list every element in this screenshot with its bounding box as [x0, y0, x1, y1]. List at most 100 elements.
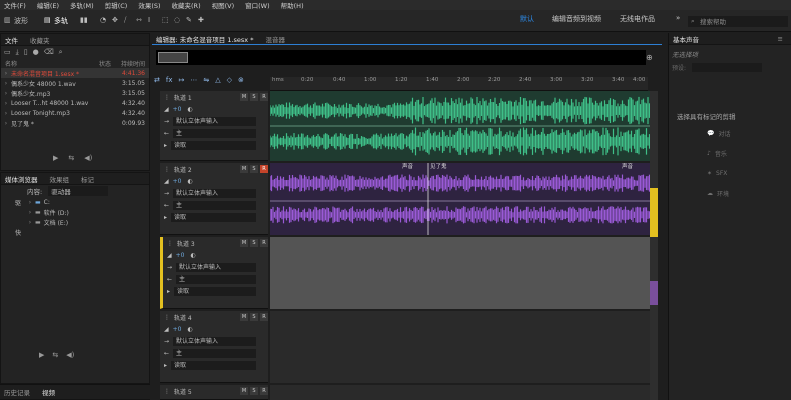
track-name[interactable]: 轨道 3: [177, 239, 238, 248]
volume-value[interactable]: +0: [176, 252, 185, 259]
solo-button[interactable]: S: [250, 239, 258, 247]
multitrack-button[interactable]: 多轨: [54, 16, 68, 26]
spectral-icon[interactable]: ▮▮: [80, 16, 88, 24]
drive-row[interactable]: › ▬ 软件 (D:): [1, 207, 149, 217]
workspace-radio[interactable]: 无线电作品: [620, 14, 655, 24]
waveform-button[interactable]: 波形: [14, 16, 28, 26]
io-icon[interactable]: ⇋: [203, 76, 209, 84]
solo-button[interactable]: S: [250, 165, 258, 173]
track-name[interactable]: 轨道 2: [174, 165, 238, 174]
automation-select[interactable]: 读取: [174, 286, 256, 296]
auto-icon[interactable]: ◇: [227, 76, 232, 84]
col-status[interactable]: 状态: [63, 59, 111, 68]
output-select[interactable]: 主: [173, 348, 256, 358]
track-lane-1[interactable]: [269, 91, 651, 161]
option-dialogue[interactable]: 💬 对话: [707, 125, 787, 141]
mute-button[interactable]: M: [240, 387, 248, 395]
slip-tool-icon[interactable]: ⇿: [136, 16, 142, 24]
track-header-3[interactable]: ⋮ 轨道 3MSR ◢ +0 ◐ → 默认立体声输入 ← 主 ▸ 读取: [160, 237, 268, 309]
drive-row[interactable]: 驱 › ▬ C:: [1, 197, 149, 207]
chevron-right-icon[interactable]: ›: [1, 90, 11, 97]
menu-multitrack[interactable]: 多轨(M): [70, 0, 94, 10]
chevron-right-icon[interactable]: ›: [1, 80, 11, 87]
expand-icon[interactable]: ▸: [164, 362, 167, 369]
input-select[interactable]: 默认立体声输入: [173, 116, 256, 126]
menu-edit[interactable]: 编辑(E): [37, 0, 59, 10]
content-select[interactable]: 驱动器: [48, 186, 109, 196]
pan-icon[interactable]: ◐: [187, 178, 192, 185]
expand-icon[interactable]: ▸: [164, 214, 167, 221]
menu-view[interactable]: 视图(V): [212, 0, 235, 10]
menu-clip[interactable]: 剪辑(C): [105, 0, 128, 10]
track-1-waveform[interactable]: [269, 91, 651, 161]
mute-button[interactable]: M: [240, 313, 248, 321]
zoom-tool-icon[interactable]: ⊕: [646, 53, 653, 62]
move-tool-icon[interactable]: ✥: [112, 16, 118, 24]
panel-title[interactable]: 基本声音: [673, 34, 699, 44]
tab-editor[interactable]: 编辑器: 未命名混音项目 1.sesx *: [156, 34, 253, 44]
menu-effects[interactable]: 效果(S): [138, 0, 160, 10]
menu-window[interactable]: 窗口(W): [245, 0, 270, 10]
list-item[interactable]: › 偶系少女.mp3 3:15.05: [1, 88, 149, 98]
col-name[interactable]: 名称: [5, 59, 63, 68]
option-sfx[interactable]: ✶ SFX: [707, 165, 787, 181]
menu-file[interactable]: 文件(F): [4, 0, 26, 10]
waveform-view-icon[interactable]: ▥: [4, 16, 11, 24]
eq-icon[interactable]: ⋯: [190, 76, 197, 84]
record-arm-button[interactable]: R: [260, 93, 268, 101]
pitch-icon[interactable]: ◔: [100, 16, 106, 24]
expand-icon[interactable]: ▸: [164, 142, 167, 149]
search-help-input[interactable]: ⌕ 搜索帮助: [688, 16, 788, 27]
filter-search-icon[interactable]: ⌕: [59, 48, 63, 57]
brush-icon[interactable]: ✎: [186, 16, 192, 24]
play-icon[interactable]: ▶: [39, 351, 44, 359]
record-icon[interactable]: ●: [33, 48, 39, 56]
multitrack-icon[interactable]: ▤: [44, 16, 51, 24]
menu-favorites[interactable]: 收藏夹(R): [172, 0, 201, 10]
output-select[interactable]: 主: [173, 200, 256, 210]
track-lane-5[interactable]: [270, 385, 650, 400]
chevron-right-icon[interactable]: ›: [1, 100, 11, 107]
tab-files[interactable]: 文件: [5, 35, 18, 45]
marquee-icon[interactable]: ⬚: [162, 16, 169, 24]
track-name[interactable]: 轨道 5: [174, 387, 238, 396]
razor-tool-icon[interactable]: ⧸: [124, 16, 126, 25]
track-lane-3[interactable]: [270, 237, 650, 309]
chevron-right-icon[interactable]: ›: [1, 120, 11, 127]
chevron-right-icon[interactable]: ›: [25, 209, 35, 216]
chevron-right-icon[interactable]: ›: [25, 219, 35, 226]
pan-icon[interactable]: ◐: [187, 106, 192, 113]
workspace-default[interactable]: 默认: [520, 14, 534, 24]
track-header-1[interactable]: ⋮ 轨道 1MSR ◢ +0 ◐ → 默认立体声输入 ← 主 ▸ 读取: [160, 91, 268, 161]
volume-icon[interactable]: ◀): [66, 351, 74, 359]
play-icon[interactable]: ▶: [53, 154, 58, 162]
input-select[interactable]: 默认立体声输入: [173, 188, 256, 198]
tab-mixer[interactable]: 混音器: [265, 34, 285, 44]
pan-icon[interactable]: ◐: [187, 326, 192, 333]
input-select[interactable]: 默认立体声输入: [173, 336, 256, 346]
mute-button[interactable]: M: [240, 239, 248, 247]
option-music[interactable]: ♪ 音乐: [707, 145, 787, 161]
tab-effects-rack[interactable]: 效果组: [50, 174, 70, 184]
meter-icon[interactable]: △: [215, 76, 220, 84]
output-select[interactable]: 主: [176, 274, 256, 284]
fx-icon[interactable]: fx: [166, 76, 173, 84]
expand-icon[interactable]: ▸: [167, 288, 170, 295]
track-lane-2[interactable]: 声音 见了鬼 声音: [269, 163, 651, 235]
mute-button[interactable]: M: [240, 165, 248, 173]
solo-button[interactable]: S: [250, 93, 258, 101]
output-select[interactable]: 主: [173, 128, 256, 138]
automation-select[interactable]: 读取: [171, 140, 256, 150]
record-arm-button[interactable]: R: [260, 313, 268, 321]
tab-media-browser[interactable]: 媒体浏览器: [5, 174, 38, 184]
tab-video[interactable]: 视频: [42, 387, 55, 397]
chevron-right-icon[interactable]: ›: [25, 199, 35, 206]
col-duration[interactable]: 持续时间: [121, 59, 145, 68]
list-item[interactable]: › 偶系少女 48000 1.wav 3:15.05: [1, 78, 149, 88]
time-ruler[interactable]: hms 0:20 0:40 1:00 1:20 1:40 2:00 2:20 2…: [270, 77, 648, 91]
import-icon[interactable]: ⤓: [16, 48, 19, 57]
panel-menu-icon[interactable]: ≡: [778, 35, 783, 43]
mute-button[interactable]: M: [240, 93, 248, 101]
track-header-5[interactable]: ⋮ 轨道 5MSR: [160, 385, 268, 400]
chevron-right-icon[interactable]: ›: [1, 70, 11, 77]
